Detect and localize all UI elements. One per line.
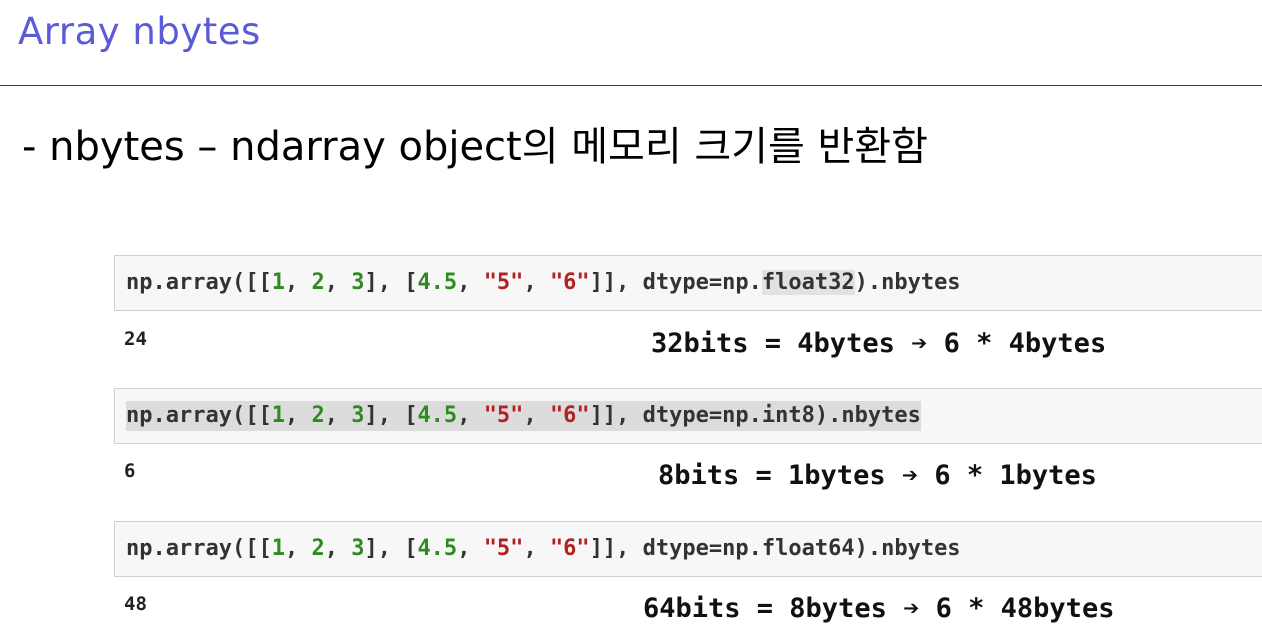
code-line: np.array([[1, 2, 3], [4.5, "5", "6"]], d… — [126, 401, 921, 431]
cell-output: 24 — [124, 328, 147, 350]
right-arrow-icon: ➔ — [911, 328, 928, 359]
right-arrow-icon: ➔ — [901, 460, 919, 491]
code-line: np.array([[1, 2, 3], [4.5, "5", "6"]], d… — [126, 536, 961, 561]
code-line: np.array([[1, 2, 3], [4.5, "5", "6"]], d… — [126, 270, 961, 295]
cell-output: 48 — [124, 593, 147, 615]
code-cell-float64[interactable]: np.array([[1, 2, 3], [4.5, "5", "6"]], d… — [114, 521, 1262, 577]
cell-output: 6 — [124, 460, 136, 482]
subtitle: - nbytes – ndarray object의 메모리 크기를 반환함 — [22, 124, 928, 170]
code-cell-float32[interactable]: np.array([[1, 2, 3], [4.5, "5", "6"]], d… — [114, 255, 1262, 311]
slide-title: Array nbytes — [18, 10, 261, 53]
explanation-note: 64bits = 8bytes ➔ 6 * 48bytes — [643, 593, 1115, 624]
title-divider — [0, 85, 1262, 86]
code-cell-int8[interactable]: np.array([[1, 2, 3], [4.5, "5", "6"]], d… — [114, 388, 1262, 444]
explanation-note: 32bits = 4bytes ➔ 6 * 4bytes — [651, 328, 1107, 359]
right-arrow-icon: ➔ — [903, 593, 920, 624]
explanation-note: 8bits = 1bytes ➔ 6 * 1bytes — [658, 460, 1097, 491]
